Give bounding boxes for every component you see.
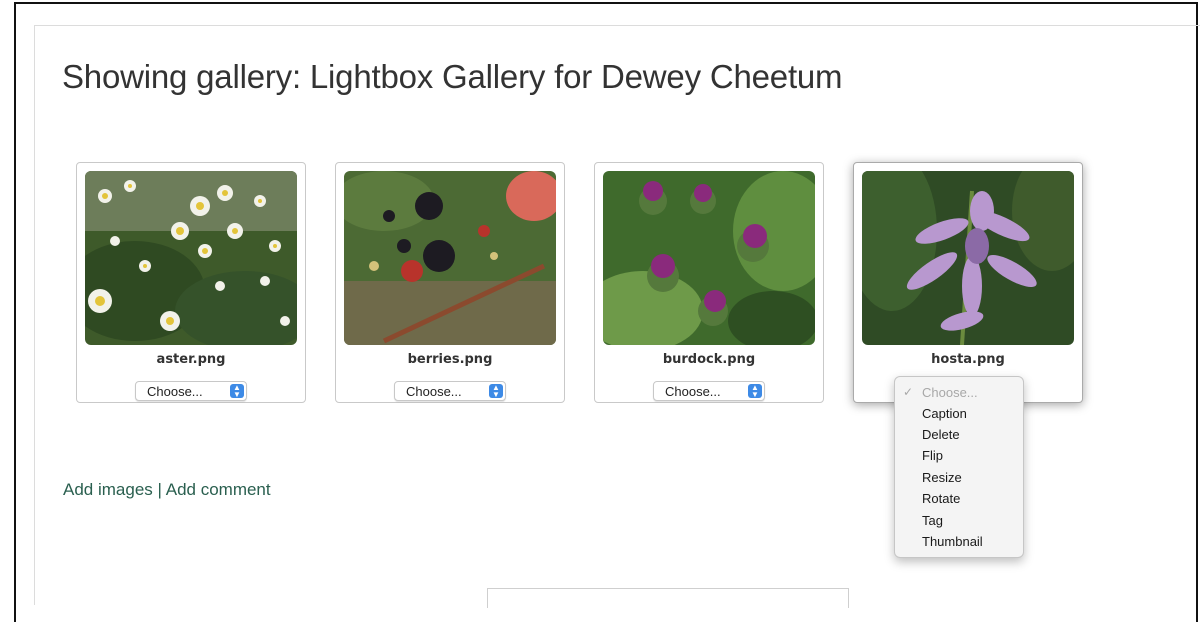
select-value: Choose... xyxy=(406,384,462,399)
thumbnail-image[interactable] xyxy=(862,171,1074,345)
image-action-select[interactable]: Choose... ▲ ▼ xyxy=(653,381,765,401)
lower-panel xyxy=(487,588,849,608)
dropdown-option-delete[interactable]: Delete xyxy=(922,425,960,445)
image-action-select[interactable]: Choose... ▲ ▼ xyxy=(135,381,247,401)
gallery-card-berries: berries.png Choose... ▲ ▼ xyxy=(335,162,565,403)
image-action-dropdown[interactable]: ✓ Choose... Caption Delete Flip Resize R… xyxy=(894,376,1024,558)
thumbnail-image[interactable] xyxy=(603,171,815,345)
dropdown-option-flip[interactable]: Flip xyxy=(922,446,943,466)
gallery-card-hosta: hosta.png xyxy=(853,162,1083,403)
select-value: Choose... xyxy=(147,384,203,399)
gallery-actions: Add images | Add comment xyxy=(63,480,271,500)
content-border-top xyxy=(34,25,1200,26)
image-filename: burdock.png xyxy=(662,352,756,367)
dropdown-option-caption[interactable]: Caption xyxy=(922,404,967,424)
select-arrows-icon: ▲ ▼ xyxy=(230,384,244,399)
dropdown-option-choose: Choose... xyxy=(922,385,978,400)
select-value: Choose... xyxy=(665,384,721,399)
gallery-card-aster: aster.png Choose... ▲ ▼ xyxy=(76,162,306,403)
dropdown-option-tag[interactable]: Tag xyxy=(922,511,943,531)
checkmark-icon: ✓ xyxy=(903,385,914,399)
image-filename: hosta.png xyxy=(931,352,1005,367)
gallery-card-burdock: burdock.png Choose... ▲ ▼ xyxy=(594,162,824,403)
dropdown-option-resize[interactable]: Resize xyxy=(922,468,962,488)
add-images-link[interactable]: Add images xyxy=(63,480,153,499)
thumbnail-image[interactable] xyxy=(344,171,556,345)
add-comment-link[interactable]: Add comment xyxy=(166,480,271,499)
select-arrows-icon: ▲ ▼ xyxy=(748,384,762,399)
link-separator: | xyxy=(157,480,162,499)
image-filename: aster.png xyxy=(156,352,226,367)
image-filename: berries.png xyxy=(407,352,493,367)
image-action-select[interactable]: Choose... ▲ ▼ xyxy=(394,381,506,401)
content-border-left xyxy=(34,25,35,605)
thumbnail-image[interactable] xyxy=(85,171,297,345)
page-title: Showing gallery: Lightbox Gallery for De… xyxy=(62,58,843,95)
select-arrows-icon: ▲ ▼ xyxy=(489,384,503,399)
dropdown-option-rotate[interactable]: Rotate xyxy=(922,489,960,509)
dropdown-option-thumbnail[interactable]: Thumbnail xyxy=(922,532,983,552)
